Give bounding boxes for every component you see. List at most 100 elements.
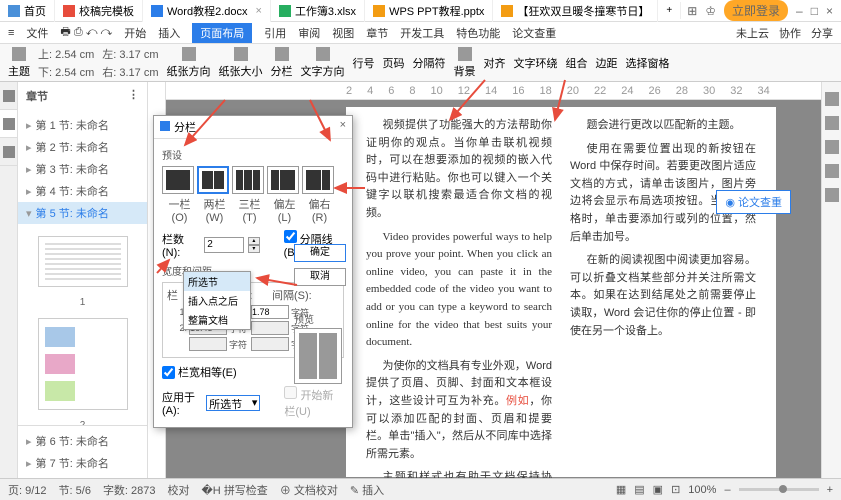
cloud-status[interactable]: 未上云: [736, 25, 769, 41]
menu-start[interactable]: 开始: [124, 25, 146, 41]
equal-checkbox[interactable]: [162, 366, 175, 379]
size-icon[interactable]: [234, 47, 248, 61]
word-count[interactable]: 字数: 2873: [103, 482, 156, 498]
tab-other[interactable]: 【狂欢双旦暖冬撞寒节日】: [493, 0, 658, 22]
menu-layout[interactable]: 页面布局: [192, 23, 252, 43]
tab-word[interactable]: Word教程2.docx×: [143, 0, 271, 22]
preset-left[interactable]: [267, 166, 299, 194]
collab-button[interactable]: 协作: [779, 25, 801, 41]
ok-button[interactable]: 确定: [294, 244, 346, 262]
menu-special[interactable]: 特色功能: [456, 25, 500, 41]
zoom-out[interactable]: –: [724, 484, 730, 496]
tab-template[interactable]: 校稿完模板: [55, 0, 143, 22]
chapter-item-active[interactable]: ▾第 5 节: 未命名: [18, 202, 147, 224]
preset-right[interactable]: [302, 166, 334, 194]
tool-icon-5[interactable]: [825, 188, 839, 202]
spacing-input-2[interactable]: [251, 321, 289, 335]
bg-icon[interactable]: [458, 47, 472, 61]
sidebar-menu-icon[interactable]: ⋮: [128, 88, 139, 104]
minimize-icon[interactable]: –: [796, 4, 803, 18]
tab-ppt[interactable]: WPS PPT教程.pptx: [365, 0, 493, 22]
chapter-item[interactable]: ▸第 1 节: 未命名: [18, 114, 147, 136]
preset-two[interactable]: [197, 166, 229, 194]
dropdown-item[interactable]: 插入点之后: [184, 291, 250, 310]
maximize-icon[interactable]: □: [811, 4, 818, 18]
cancel-button[interactable]: 取消: [294, 268, 346, 286]
login-button[interactable]: 立即登录: [724, 0, 788, 21]
orientation-icon[interactable]: [182, 47, 196, 61]
chapter-item[interactable]: ▸第 4 节: 未命名: [18, 180, 147, 202]
theme-icon[interactable]: [12, 47, 26, 61]
menu-insert[interactable]: 插入: [158, 25, 180, 41]
ppt-icon: [373, 5, 385, 17]
chapter-item[interactable]: ▸第 3 节: 未命名: [18, 158, 147, 180]
menu-chapter[interactable]: 章节: [366, 25, 388, 41]
dropdown-item[interactable]: 所选节: [184, 272, 250, 291]
chapter-item[interactable]: ▸第 2 节: 未命名: [18, 136, 147, 158]
nav-tab-1[interactable]: [0, 82, 17, 110]
chapter-item[interactable]: ▸第 7 节: 未命名: [18, 452, 147, 474]
line-checkbox[interactable]: [284, 230, 297, 243]
spell-button[interactable]: �H 拼写检查: [202, 482, 268, 498]
proof-button[interactable]: 校对: [168, 482, 190, 498]
chapter-item[interactable]: ▸第 6 节: 未命名: [18, 430, 147, 452]
menu-icons[interactable]: 🖶 ⎙ ↶ ↷: [60, 23, 112, 42]
dialog-titlebar[interactable]: 分栏 ×: [154, 116, 352, 139]
zoom-in[interactable]: +: [827, 484, 833, 496]
menu-ref[interactable]: 引用: [264, 25, 286, 41]
tool-icon-1[interactable]: [825, 92, 839, 106]
doc-proof-button[interactable]: ⊕ 文档校对: [280, 482, 338, 498]
thumb-page-2[interactable]: [38, 318, 128, 410]
spacing-input-1[interactable]: [251, 305, 289, 319]
paper-check-button[interactable]: ◉论文查重: [716, 190, 791, 214]
dropdown-item[interactable]: 整篇文档: [184, 310, 250, 329]
close-icon[interactable]: ×: [256, 5, 262, 17]
section-indicator[interactable]: 节: 5/6: [59, 482, 91, 498]
tab-excel[interactable]: 工作簿3.xlsx: [271, 0, 365, 22]
nav-tab-3[interactable]: [0, 138, 17, 166]
apply-select[interactable]: 所选节▾: [206, 395, 260, 411]
column-1: 视频提供了功能强大的方法帮助你证明你的观点。当你单击联机视频时，可以在想要添加的…: [366, 117, 552, 467]
menu-review[interactable]: 审阅: [298, 25, 320, 41]
chapter-list: ▸第 1 节: 未命名 ▸第 2 节: 未命名 ▸第 3 节: 未命名 ▸第 4…: [18, 110, 147, 228]
page-indicator[interactable]: 页: 9/12: [8, 482, 47, 498]
dialog-close-button[interactable]: ×: [340, 119, 346, 135]
thumb-page-1[interactable]: [38, 236, 128, 287]
crown-icon[interactable]: ♔: [705, 4, 716, 18]
document-page[interactable]: 视频提供了功能强大的方法帮助你证明你的观点。当你单击联机视频时，可以在想要添加的…: [346, 107, 776, 477]
view-icon-3[interactable]: ▣: [653, 483, 663, 496]
tab-home[interactable]: 首页: [0, 0, 55, 22]
ruler-horizontal[interactable]: 246810121416182022242628303234: [166, 82, 821, 100]
preset-row: [162, 166, 344, 194]
view-icon-1[interactable]: ▦: [616, 483, 626, 496]
view-icon-4[interactable]: ⊡: [671, 483, 680, 496]
menu-file[interactable]: 文件: [26, 25, 48, 41]
view-icon-2[interactable]: ▤: [634, 483, 644, 496]
column-2: 题会进行更改以匹配新的主题。 使用在需要位置出现的新按钮在 Word 中保存时间…: [570, 117, 756, 467]
menu-icon[interactable]: ≡: [8, 27, 14, 39]
close-icon[interactable]: ×: [826, 4, 833, 18]
spinner-up[interactable]: ▴: [248, 237, 259, 245]
tool-icon-3[interactable]: [825, 140, 839, 154]
insert-mode[interactable]: ✎ 插入: [350, 482, 384, 498]
spinner-down[interactable]: ▾: [248, 245, 259, 253]
tool-icon-4[interactable]: [825, 164, 839, 178]
preset-three[interactable]: [232, 166, 264, 194]
zoom-slider[interactable]: [739, 488, 819, 491]
menu-paper[interactable]: 论文查重: [512, 25, 556, 41]
menu-dev[interactable]: 开发工具: [400, 25, 444, 41]
menu-view[interactable]: 视图: [332, 25, 354, 41]
columns-icon[interactable]: [275, 47, 289, 61]
outline-icon: [3, 90, 15, 102]
tab-new[interactable]: +: [658, 2, 681, 19]
tool-icon-2[interactable]: [825, 116, 839, 130]
zoom-value[interactable]: 100%: [688, 484, 716, 496]
cols-input[interactable]: [204, 237, 244, 253]
textdir-icon[interactable]: [316, 47, 330, 61]
grid-icon[interactable]: ⊞: [687, 4, 697, 18]
sidebar-title: 章节⋮: [18, 82, 147, 110]
home-icon: [8, 5, 20, 17]
preset-one[interactable]: [162, 166, 194, 194]
share-button[interactable]: 分享: [811, 25, 833, 41]
nav-tab-2[interactable]: [0, 110, 17, 138]
